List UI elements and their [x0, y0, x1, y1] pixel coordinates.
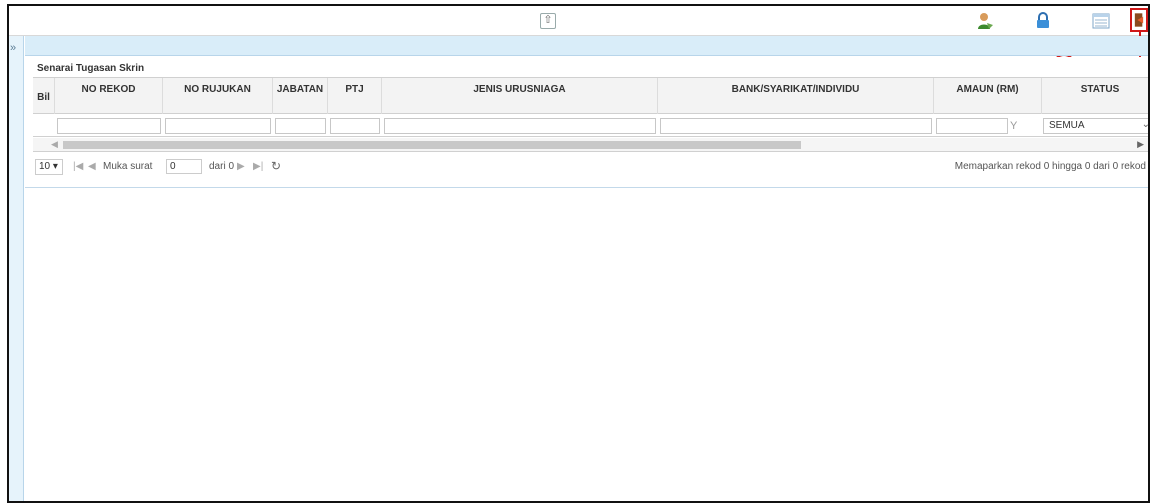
column-header-bank[interactable]: BANK/SYARIKAT/INDIVIDU — [658, 78, 934, 114]
panel-title: Senarai Tugasan Skrin — [37, 63, 145, 74]
column-header-jenis-urusniaga[interactable]: JENIS URUSNIAGA — [382, 78, 658, 114]
column-header-no-rujukan[interactable]: NO RUJUKAN — [163, 78, 273, 114]
horizontal-scrollbar[interactable]: ◀ ▶ — [33, 138, 1148, 152]
header-strip — [25, 36, 1148, 56]
first-page-icon[interactable]: |◀ — [73, 161, 83, 172]
column-header-ptj[interactable]: PTJ — [328, 78, 382, 114]
content-area — [25, 189, 1148, 501]
record-info: Memaparkan rekod 0 hingga 0 dari 0 rekod — [954, 161, 1146, 172]
column-header-jabatan[interactable]: JABATAN — [273, 78, 328, 114]
filter-row: Υ SEMUA ⌄ — [33, 114, 1148, 137]
collapse-header-button[interactable]: ⇧ — [540, 13, 556, 29]
left-rail: » — [9, 36, 24, 501]
filter-no-rujukan[interactable] — [165, 118, 271, 134]
user-icon[interactable] — [975, 11, 995, 31]
task-list-panel: Senarai Tugasan Skrin Bil NO REKOD NO RU… — [25, 57, 1148, 188]
page-size-select[interactable]: 10 ▾ — [35, 159, 63, 175]
filter-no-rekod[interactable] — [57, 118, 161, 134]
expand-sidebar-icon[interactable]: » — [10, 42, 16, 54]
column-header-no-rekod[interactable]: NO REKOD — [55, 78, 163, 114]
scrollbar-thumb[interactable] — [63, 141, 801, 149]
page-number-input[interactable]: 0 — [166, 159, 202, 174]
filter-amaun[interactable] — [936, 118, 1008, 134]
status-select-value: SEMUA — [1049, 120, 1085, 131]
logout-button[interactable] — [1130, 8, 1148, 32]
exit-icon — [1134, 13, 1144, 27]
refresh-icon[interactable]: ↻ — [271, 159, 281, 173]
status-select[interactable]: SEMUA ⌄ — [1043, 118, 1150, 134]
filter-jenis-urusniaga[interactable] — [384, 118, 656, 134]
page-total-label: dari 0 — [209, 161, 235, 172]
filter-icon[interactable]: Υ — [1010, 120, 1017, 132]
pagination-bar: 10 ▾ |◀ ◀ Muka surat 0 dari 0 ▶ ▶| ↻ Mem… — [33, 158, 1148, 178]
grid-header: Bil NO REKOD NO RUJUKAN JABATAN PTJ JENI… — [33, 77, 1148, 114]
filter-bank[interactable] — [660, 118, 932, 134]
data-grid: Bil NO REKOD NO RUJUKAN JABATAN PTJ JENI… — [33, 77, 1148, 155]
last-page-icon[interactable]: ▶| — [253, 161, 263, 172]
page-label: Muka surat — [103, 161, 153, 172]
column-header-bil[interactable]: Bil — [33, 78, 55, 114]
filter-ptj[interactable] — [330, 118, 380, 134]
next-page-icon[interactable]: ▶ — [237, 161, 245, 172]
top-toolbar: ⇧ — [9, 6, 1148, 36]
column-header-amaun[interactable]: AMAUN (RM) — [934, 78, 1042, 114]
column-header-status[interactable]: STATUS — [1042, 78, 1148, 114]
grid-icon[interactable] — [1091, 11, 1111, 31]
lock-icon[interactable] — [1033, 11, 1053, 31]
app-window: ⇧ 1 » Senarai Tugas — [7, 4, 1150, 503]
chevron-down-icon: ⌄ — [1141, 119, 1150, 130]
scroll-left-icon[interactable]: ◀ — [51, 139, 58, 150]
scroll-right-icon[interactable]: ▶ — [1137, 139, 1144, 150]
filter-jabatan[interactable] — [275, 118, 326, 134]
prev-page-icon[interactable]: ◀ — [88, 161, 96, 172]
